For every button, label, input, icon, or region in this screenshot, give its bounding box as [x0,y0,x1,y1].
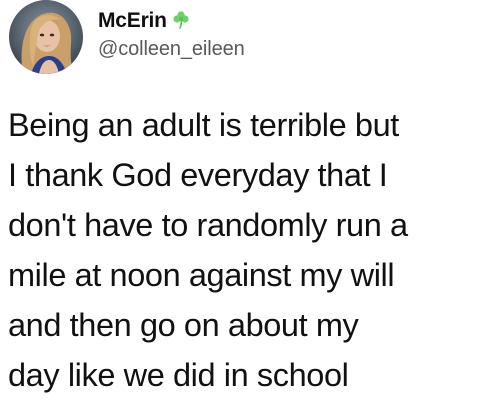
display-name[interactable]: McErin [98,9,167,33]
tweet-line: don't have to randomly run a [8,207,408,243]
avatar[interactable] [9,0,83,74]
tweet-card: McErin @colleen_eileen Being an adult is… [0,0,500,403]
profile-photo [9,0,83,74]
tweet-line: mile at noon against my will [8,257,395,293]
tweet-body: Being an adult is terrible but I thank G… [8,100,494,400]
tweet-line: Being an adult is terrible but [8,107,399,143]
tweet-line: day like we did in school [8,357,349,393]
user-handle[interactable]: @colleen_eileen [98,38,478,61]
name-row: McErin [98,8,478,34]
tweet-line: I thank God everyday that I [8,157,388,193]
shamrock-icon [171,9,191,29]
tweet-header: McErin @colleen_eileen [98,8,478,61]
tweet-line: and then go on about my [8,307,359,343]
